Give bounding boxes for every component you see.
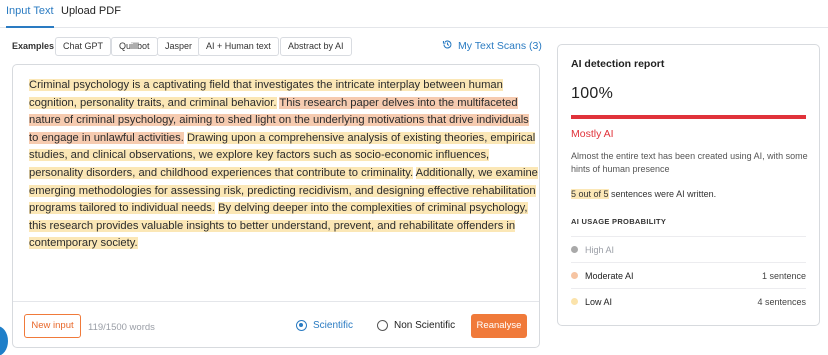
- radio-non-scientific[interactable]: Non Scientific: [377, 320, 455, 331]
- probability-name: High AI: [585, 244, 615, 255]
- radio-non-scientific-label: Non Scientific: [394, 320, 456, 331]
- example-chip-jasper[interactable]: Jasper: [157, 37, 201, 56]
- sentence-summary: 5 out of 5 sentences were AI written.: [571, 189, 716, 199]
- ai-percentage: 100%: [571, 85, 614, 102]
- example-chip-chatgpt[interactable]: Chat GPT: [55, 37, 112, 56]
- sentence-count: 5 out of 5: [571, 189, 609, 199]
- sentence-summary-text: sentences were AI written.: [608, 189, 717, 199]
- text-editor: Criminal psychology is a captivating fie…: [12, 64, 540, 348]
- examples-label: Examples: [12, 41, 55, 51]
- ai-score-bar: [571, 115, 806, 119]
- chat-widget-button[interactable]: [0, 326, 8, 355]
- example-chip-ai-human[interactable]: AI + Human text: [198, 37, 279, 56]
- ai-verdict-label: Mostly AI: [571, 128, 614, 140]
- ai-detection-report: AI detection report 100% Mostly AI Almos…: [557, 44, 820, 326]
- editor-footer: New input 119/1500 words Scientific Non …: [13, 301, 539, 347]
- tab-input-text[interactable]: Input Text: [6, 4, 54, 28]
- probability-name: Moderate AI: [585, 270, 634, 281]
- word-count: 119/1500 words: [88, 322, 155, 333]
- high-ai-dot: [571, 246, 578, 253]
- radio-scientific[interactable]: Scientific: [296, 320, 353, 331]
- radio-scientific-label: Scientific: [313, 320, 354, 331]
- probability-name: Low AI: [585, 296, 613, 307]
- usage-probability-heading: AI USAGE PROBABILITY: [571, 217, 667, 226]
- my-text-scans-link[interactable]: My Text Scans (3): [442, 39, 542, 53]
- new-input-button[interactable]: New input: [24, 314, 81, 338]
- report-title: AI detection report: [571, 58, 665, 70]
- reanalyse-button[interactable]: Reanalyse: [471, 314, 527, 338]
- example-chip-quillbot[interactable]: Quillbot: [111, 37, 158, 56]
- probability-row-moderate: Moderate AI 1 sentence: [571, 262, 806, 288]
- example-chip-abstract-ai[interactable]: Abstract by AI: [280, 37, 352, 56]
- probability-count: 1 sentence: [761, 270, 806, 281]
- moderate-ai-dot: [571, 272, 578, 279]
- probability-row-low: Low AI 4 sentences: [571, 288, 806, 314]
- history-icon: [442, 39, 453, 53]
- probability-row-high: High AI: [571, 236, 806, 262]
- my-text-scans-label: My Text Scans (3): [458, 40, 542, 52]
- analyzed-text[interactable]: Criminal psychology is a captivating fie…: [29, 77, 539, 253]
- probability-count: 4 sentences: [757, 296, 806, 307]
- ai-score-bar-fill: [571, 115, 806, 119]
- tab-upload-pdf[interactable]: Upload PDF: [61, 4, 121, 28]
- radio-indicator: [296, 320, 307, 331]
- tab-bar: Input Text Upload PDF: [0, 0, 828, 28]
- ai-verdict-description: Almost the entire text has been created …: [571, 151, 808, 174]
- low-ai-dot: [571, 298, 578, 305]
- radio-indicator: [377, 320, 388, 331]
